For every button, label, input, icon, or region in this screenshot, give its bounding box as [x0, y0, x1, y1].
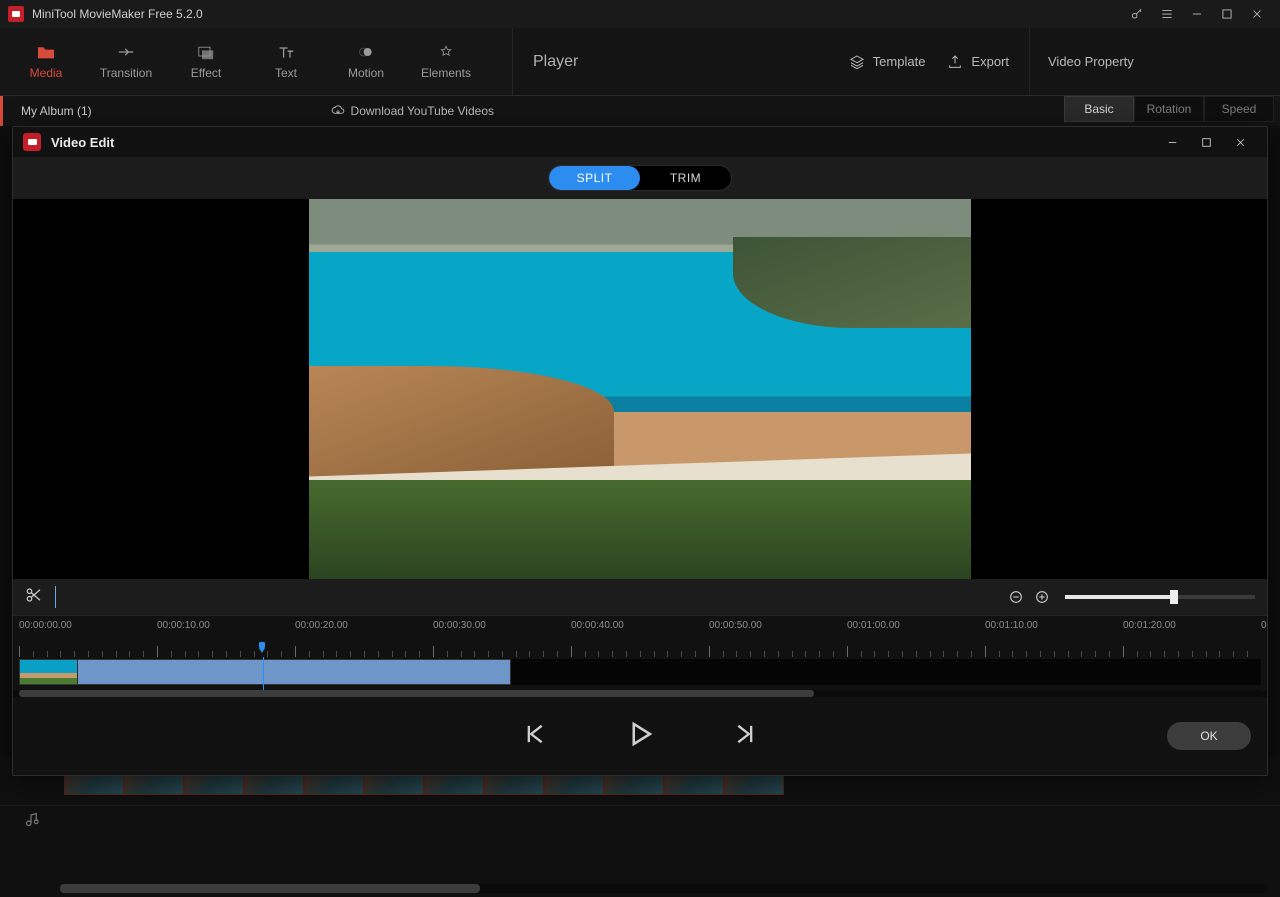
- modal-title: Video Edit: [51, 135, 114, 150]
- ruler-label: 00:01:00.00: [847, 620, 900, 631]
- ruler-label: 00:00:30.00: [433, 620, 486, 631]
- tab-label: Elements: [421, 66, 471, 80]
- clip-empty-region: [511, 659, 1261, 685]
- preview-area: [13, 199, 1267, 579]
- tab-text[interactable]: Text: [246, 32, 326, 92]
- layers-icon: [849, 54, 865, 70]
- ruler-label: 00:01:20.00: [1123, 620, 1176, 631]
- transition-icon: [116, 44, 136, 60]
- playback-controls: OK: [13, 697, 1267, 775]
- ruler-label: 00:01: [1261, 620, 1267, 631]
- export-label: Export: [971, 54, 1009, 69]
- clip-segment[interactable]: [19, 659, 511, 685]
- zoom-slider-handle[interactable]: [1170, 590, 1178, 604]
- video-preview[interactable]: [309, 199, 971, 579]
- app-logo-icon: [8, 6, 24, 22]
- export-icon: [947, 54, 963, 70]
- text-icon: [276, 44, 296, 60]
- tab-label: Text: [275, 66, 297, 80]
- app-title: MiniTool MovieMaker Free 5.2.0: [32, 7, 203, 21]
- ruler-label: 00:00:50.00: [709, 620, 762, 631]
- modal-close-button[interactable]: [1223, 127, 1257, 157]
- tab-elements[interactable]: Elements: [406, 32, 486, 92]
- prev-frame-button[interactable]: [523, 720, 551, 753]
- ruler-label: 00:01:10.00: [985, 620, 1038, 631]
- effect-icon: [196, 44, 216, 60]
- playhead[interactable]: [257, 642, 267, 654]
- main-timeline: [0, 757, 1280, 897]
- tab-motion[interactable]: Motion: [326, 32, 406, 92]
- download-label: Download YouTube Videos: [351, 104, 494, 118]
- ok-button[interactable]: OK: [1167, 722, 1251, 750]
- scissors-button[interactable]: [25, 586, 43, 609]
- mode-trim[interactable]: TRIM: [640, 166, 731, 190]
- ruler-label: 00:00:40.00: [571, 620, 624, 631]
- video-edit-modal: Video Edit SPLIT TRIM 00:00:00.00 00:00:1…: [12, 126, 1268, 776]
- video-property-header: Video Property: [1030, 28, 1280, 95]
- my-album-header[interactable]: My Album (1) Download YouTube Videos: [0, 96, 512, 126]
- app-titlebar: MiniTool MovieMaker Free 5.2.0: [0, 0, 1280, 28]
- tab-media[interactable]: Media: [6, 32, 86, 92]
- ruler-label: 00:00:00.00: [19, 620, 72, 631]
- maximize-button[interactable]: [1212, 0, 1242, 28]
- export-button[interactable]: Export: [947, 54, 1009, 70]
- prop-tab-basic[interactable]: Basic: [1064, 96, 1134, 122]
- music-track-icon: [22, 812, 40, 835]
- template-label: Template: [873, 54, 926, 69]
- tab-transition[interactable]: Transition: [86, 32, 166, 92]
- tab-effect[interactable]: Effect: [166, 32, 246, 92]
- tab-label: Transition: [100, 66, 152, 80]
- modal-minimize-button[interactable]: [1155, 127, 1189, 157]
- zoom-out-button[interactable]: [1006, 587, 1026, 607]
- player-panel: Player Template Export: [512, 28, 1030, 95]
- tab-label: Motion: [348, 66, 384, 80]
- next-frame-button[interactable]: [729, 720, 757, 753]
- template-button[interactable]: Template: [849, 54, 926, 70]
- zoom-in-button[interactable]: [1032, 587, 1052, 607]
- main-toolbar: Media Transition Effect Text Motion Elem…: [0, 28, 1280, 96]
- clip-scrollbar[interactable]: [19, 690, 1261, 697]
- menu-icon[interactable]: [1152, 0, 1182, 28]
- zoom-slider[interactable]: [1065, 595, 1255, 599]
- clip-thumbnail: [20, 660, 78, 684]
- ruler-label: 00:00:20.00: [295, 620, 348, 631]
- player-label: Player: [533, 53, 578, 71]
- time-ruler[interactable]: 00:00:00.00 00:00:10.00 00:00:20.00 00:00:3…: [13, 615, 1267, 657]
- split-marker-indicator: [55, 586, 56, 608]
- ruler-label: 00:00:10.00: [157, 620, 210, 631]
- sub-header-row: My Album (1) Download YouTube Videos Bas…: [0, 96, 1280, 126]
- split-trim-toggle[interactable]: SPLIT TRIM: [548, 165, 732, 191]
- clip-track: [13, 657, 1267, 691]
- download-cloud-icon: [331, 104, 345, 118]
- split-tools-row: [13, 579, 1267, 615]
- prop-tab-speed[interactable]: Speed: [1204, 96, 1274, 122]
- license-key-icon[interactable]: [1122, 0, 1152, 28]
- modal-titlebar: Video Edit: [13, 127, 1267, 157]
- prop-tab-rotation[interactable]: Rotation: [1134, 96, 1204, 122]
- close-button[interactable]: [1242, 0, 1272, 28]
- playhead-line: [263, 657, 264, 691]
- tab-label: Media: [30, 66, 63, 80]
- mode-split[interactable]: SPLIT: [549, 166, 640, 190]
- minimize-button[interactable]: [1182, 0, 1212, 28]
- mode-toggle-row: SPLIT TRIM: [13, 157, 1267, 199]
- download-youtube-link[interactable]: Download YouTube Videos: [331, 104, 494, 118]
- modal-maximize-button[interactable]: [1189, 127, 1223, 157]
- timeline-scrollbar[interactable]: [60, 884, 1268, 893]
- tab-label: Effect: [191, 66, 221, 80]
- modal-logo-icon: [23, 133, 41, 151]
- folder-icon: [36, 44, 56, 60]
- elements-icon: [436, 44, 456, 60]
- motion-icon: [356, 44, 376, 60]
- video-property-title: Video Property: [1048, 54, 1134, 69]
- album-label: My Album (1): [21, 104, 92, 118]
- play-button[interactable]: [625, 719, 655, 754]
